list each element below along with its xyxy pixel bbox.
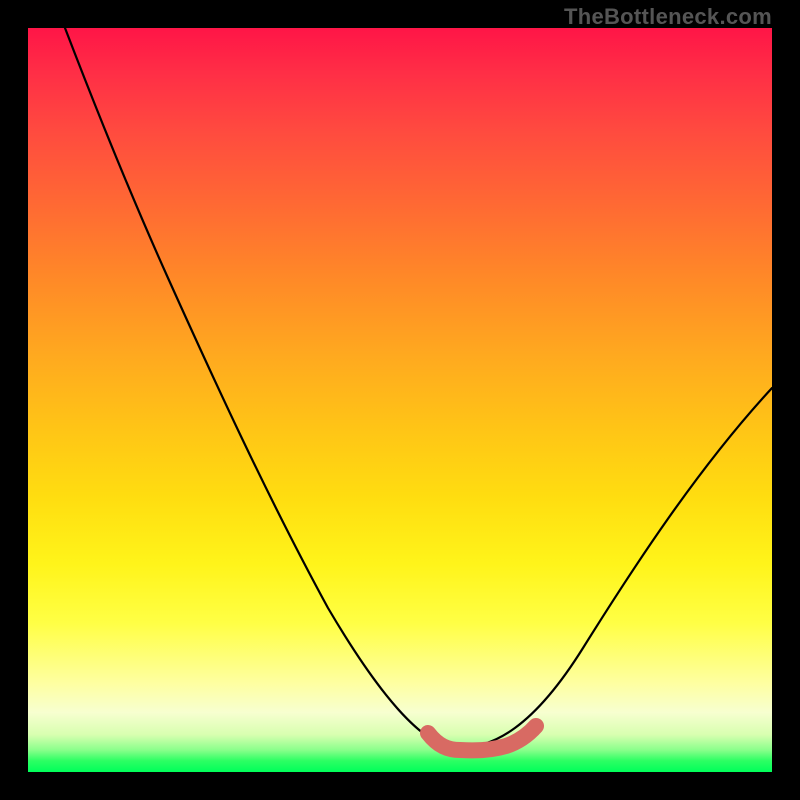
curve-layer: [28, 28, 772, 772]
chart-frame: TheBottleneck.com: [0, 0, 800, 800]
bottom-segment: [428, 726, 536, 750]
watermark-text: TheBottleneck.com: [564, 4, 772, 30]
plot-area: [28, 28, 772, 772]
main-curve: [65, 28, 772, 748]
